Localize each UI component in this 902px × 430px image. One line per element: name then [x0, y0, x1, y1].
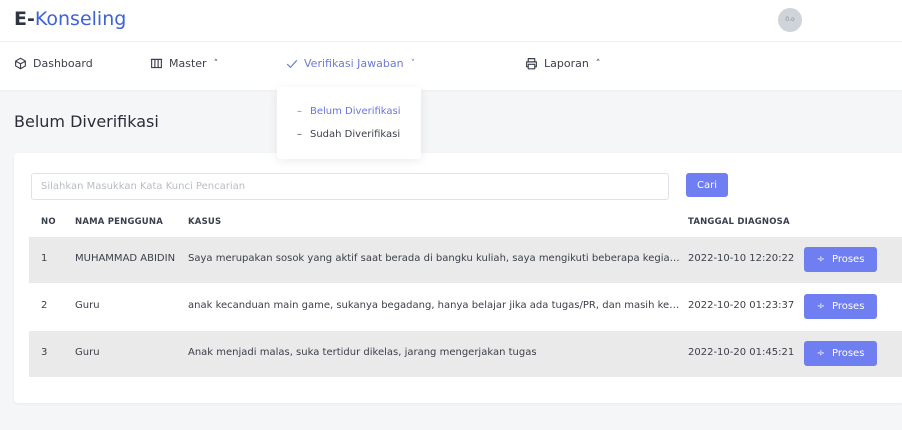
verifikasi-dropdown: – Belum Diverifikasi – Sudah Diverifikas… — [277, 87, 421, 159]
dropdown-item-label: Sudah Diverifikasi — [310, 129, 401, 140]
cell-kasus: Saya merupakan sosok yang aktif saat ber… — [188, 253, 682, 264]
cell-tanggal: 2022-10-20 01:23:37 — [688, 300, 795, 311]
nav-laporan[interactable]: Laporan ˄ — [525, 57, 600, 70]
app-logo[interactable]: E-Konseling — [14, 8, 126, 30]
dropdown-item-belum[interactable]: – Belum Diverifikasi — [297, 106, 401, 117]
main-nav: Dashboard Master ˄ Verifikasi Jawaban ˅ … — [0, 42, 902, 90]
column-header-kasus: KASUS — [188, 217, 222, 227]
dropdown-item-sudah[interactable]: – Sudah Diverifikasi — [297, 129, 400, 140]
cell-no: 2 — [41, 300, 48, 311]
dashboard-icon — [15, 57, 26, 70]
column-header-no: NO — [41, 217, 56, 227]
nav-master-label: Master — [169, 57, 207, 70]
proses-button[interactable]: ÷ Proses — [804, 247, 877, 272]
search-input[interactable] — [31, 173, 669, 200]
cell-no: 3 — [41, 347, 48, 358]
cell-tanggal: 2022-10-10 12:20:22 — [688, 253, 795, 264]
proses-button[interactable]: ÷ Proses — [804, 341, 877, 366]
proses-label: Proses — [831, 348, 865, 359]
table-row: 2 Guru anak kecanduan main game, sukanya… — [29, 284, 902, 330]
nav-laporan-label: Laporan — [544, 57, 589, 70]
printer-icon — [526, 58, 537, 70]
brand-bold: E- — [14, 8, 35, 30]
brand-text: Konseling — [34, 8, 127, 30]
table-row: 1 MUHAMMAD ABIDIN Saya merupakan sosok y… — [29, 237, 902, 283]
nav-verifikasi-label: Verifikasi Jawaban — [304, 57, 404, 70]
dash-icon: – — [297, 129, 302, 140]
cell-nama: Guru — [75, 300, 100, 311]
nav-dashboard-label: Dashboard — [33, 57, 93, 70]
cell-kasus: Anak menjadi malas, suka tertidur dikela… — [188, 347, 537, 358]
cell-nama: Guru — [75, 347, 100, 358]
cell-nama: MUHAMMAD ABIDIN — [75, 253, 176, 264]
column-header-nama: NAMA PENGGUNA — [75, 217, 163, 227]
dash-icon: – — [297, 106, 302, 117]
check-icon — [286, 59, 298, 68]
columns-icon — [150, 58, 163, 69]
cell-kasus: anak kecanduan main game, sukanya begada… — [188, 300, 682, 311]
proses-label: Proses — [831, 254, 865, 265]
chevron-down-icon: ˅ — [410, 58, 416, 69]
dropdown-item-label: Belum Diverifikasi — [310, 106, 401, 117]
top-bar: E-Konseling 0.o — [0, 0, 902, 42]
avatar[interactable]: 0.o — [778, 8, 802, 32]
search-button[interactable]: Cari — [686, 173, 728, 197]
nav-dashboard[interactable]: Dashboard — [14, 57, 93, 70]
divide-icon: ÷ — [816, 301, 825, 312]
cell-tanggal: 2022-10-20 01:45:21 — [688, 347, 795, 358]
nav-master[interactable]: Master ˄ — [150, 57, 218, 70]
page-title: Belum Diverifikasi — [14, 112, 159, 131]
cell-no: 1 — [41, 253, 48, 264]
divide-icon: ÷ — [816, 348, 825, 359]
table-row: 3 Guru Anak menjadi malas, suka tertidur… — [29, 331, 902, 377]
chevron-up-icon: ˄ — [213, 58, 219, 69]
column-header-tanggal: TANGGAL DIAGNOSA — [688, 217, 790, 227]
proses-label: Proses — [831, 301, 865, 312]
nav-verifikasi[interactable]: Verifikasi Jawaban ˅ — [286, 57, 415, 70]
proses-button[interactable]: ÷ Proses — [804, 294, 877, 319]
chevron-up-icon: ˄ — [595, 58, 601, 69]
divide-icon: ÷ — [816, 254, 825, 265]
